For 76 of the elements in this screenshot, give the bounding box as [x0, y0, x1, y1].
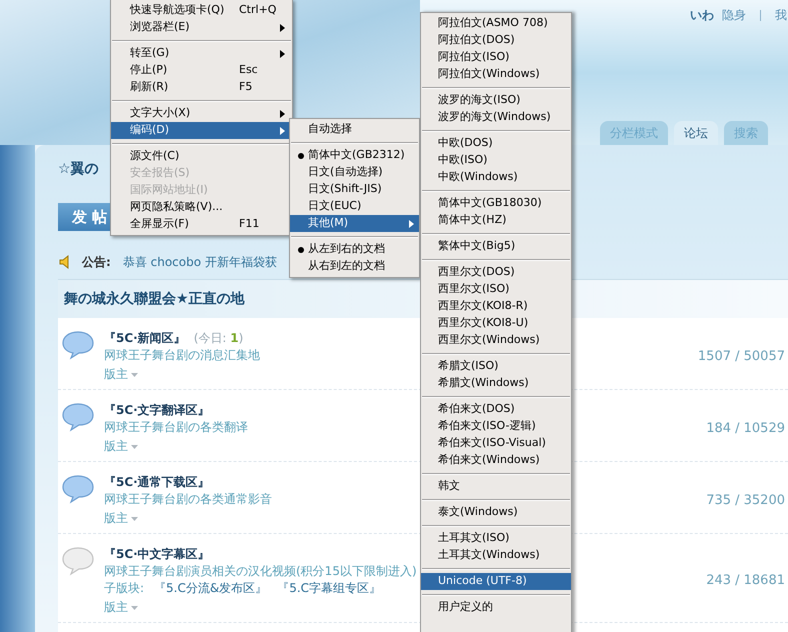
menu-item[interactable]: 土耳其文(Windows)	[421, 547, 571, 564]
notice-link[interactable]: 恭喜 chocobo 开新年福袋获	[122, 253, 277, 271]
submenu-arrow-icon	[280, 110, 285, 118]
forum-stats: 243 / 18681	[706, 572, 785, 590]
menu-item[interactable]: 用户定义的	[421, 599, 571, 616]
menu-item[interactable]: 其他(M)	[290, 215, 419, 232]
menu-item[interactable]: 简体中文(GB2312)	[290, 147, 419, 164]
forum-title-link[interactable]: 『5C·文字翻译区』	[104, 402, 210, 419]
menu-item[interactable]: 希伯来文(Windows)	[421, 452, 571, 469]
menu-item[interactable]: 希伯来文(DOS)	[421, 401, 571, 418]
menu-item[interactable]: 希腊文(Windows)	[421, 375, 571, 392]
menu-item[interactable]: 西里尔文(KOI8-R)	[421, 298, 571, 315]
subforum-label: 子版块:	[104, 580, 144, 597]
menu-item[interactable]: 希伯来文(ISO-Visual)	[421, 435, 571, 452]
menu-item[interactable]: 从右到左的文档	[290, 258, 419, 275]
menu-item[interactable]: 编码(D)	[111, 122, 292, 139]
submenu-arrow-icon	[280, 24, 285, 32]
menu-item[interactable]: 停止(P) Esc	[111, 62, 292, 79]
menu-item[interactable]: 土耳其文(ISO)	[421, 530, 571, 547]
menu-item[interactable]: 浏览器栏(E)	[111, 19, 292, 36]
forum-stats: 735 / 35200	[706, 492, 785, 510]
menu-item[interactable]: 阿拉伯文(ASMO 708)	[421, 15, 571, 32]
subforum-link[interactable]: 『5.C分流&发布区』	[154, 580, 268, 597]
subforum-link[interactable]: 『5.C字幕组专区』	[277, 580, 382, 597]
forum-description: 网球王子舞台剧演员相关の汉化视频(积分15以下限制进入)	[104, 563, 417, 580]
username-link[interactable]: いわ	[690, 6, 714, 24]
menu-item[interactable]: 日文(Shift-JIS)	[290, 181, 419, 198]
menu-item[interactable]: 快速导航选项卡(Q) Ctrl+Q	[111, 2, 292, 19]
caret-icon	[131, 372, 138, 376]
menu-item[interactable]: 简体中文(GB18030)	[421, 195, 571, 212]
menu-item[interactable]: 简体中文(HZ)	[421, 212, 571, 229]
section-title: ☆翼の	[58, 160, 99, 177]
today-count: (今日: 1)	[194, 330, 244, 347]
forum-stats: 184 / 10529	[706, 420, 785, 438]
menu-item[interactable]: 源文件(C)	[111, 148, 292, 165]
menu-item[interactable]: 西里尔文(KOI8-U)	[421, 315, 571, 332]
forum-description: 网球王子舞台剧の各类翻译	[104, 419, 248, 436]
menu-item[interactable]: 从左到右的文档	[290, 241, 419, 258]
caret-icon	[131, 444, 138, 448]
menu-item[interactable]: 中欧(Windows)	[421, 169, 571, 186]
menu-item[interactable]: Unicode (UTF-8)	[421, 573, 571, 590]
menu-item[interactable]: 日文(EUC)	[290, 198, 419, 215]
notice-label: 公告:	[82, 254, 111, 271]
menu-item[interactable]: 日文(自动选择)	[290, 164, 419, 181]
forum-title-link[interactable]: 『5C·新闻区』	[104, 330, 186, 347]
forum-stats: 1507 / 50057	[698, 348, 785, 366]
forum-description: 网球王子舞台剧の各类通常影音	[104, 491, 272, 508]
nav-tab[interactable]: 论坛	[674, 121, 718, 145]
forum-title-link[interactable]: 『5C·中文字幕区』	[104, 546, 210, 563]
menu-item[interactable]: 韩文	[421, 478, 571, 495]
menu-item[interactable]: 刷新(R) F5	[111, 79, 292, 96]
menu-item[interactable]: 西里尔文(DOS)	[421, 264, 571, 281]
menu-item[interactable]: 繁体中文(Big5)	[421, 238, 571, 255]
submenu-arrow-icon	[409, 220, 414, 228]
menu-item[interactable]: 中欧(ISO)	[421, 152, 571, 169]
category-title: 舞の城永久聯盟会★正直の地	[64, 290, 245, 308]
menu-item[interactable]: 文字大小(X)	[111, 105, 292, 122]
forum-title-link[interactable]: 『5C·通常下载区』	[104, 474, 210, 491]
menu-item[interactable]: 泰文(Windows)	[421, 504, 571, 521]
menu-item[interactable]: 自动选择	[290, 121, 419, 138]
menu-item[interactable]: 波罗的海文(ISO)	[421, 92, 571, 109]
caret-icon	[131, 516, 138, 520]
menu-item[interactable]: 西里尔文(ISO)	[421, 281, 571, 298]
menu-item[interactable]: 阿拉伯文(DOS)	[421, 32, 571, 49]
submenu-arrow-icon	[280, 126, 285, 134]
caret-icon	[131, 606, 138, 610]
menu-item[interactable]: 波罗的海文(Windows)	[421, 109, 571, 126]
menu-item[interactable]: 阿拉伯文(ISO)	[421, 49, 571, 66]
forum-description: 网球王子舞台剧の消息汇集地	[104, 347, 260, 364]
menu-item[interactable]: 希伯来文(ISO-逻辑)	[421, 418, 571, 435]
submenu-arrow-icon	[280, 50, 285, 58]
menu-item[interactable]: 希腊文(ISO)	[421, 358, 571, 375]
menu-item[interactable]: 中欧(DOS)	[421, 135, 571, 152]
menu-item[interactable]: 阿拉伯文(Windows)	[421, 66, 571, 83]
menu-item[interactable]: 西里尔文(Windows)	[421, 332, 571, 349]
menu-item[interactable]: 转至(G)	[111, 45, 292, 62]
